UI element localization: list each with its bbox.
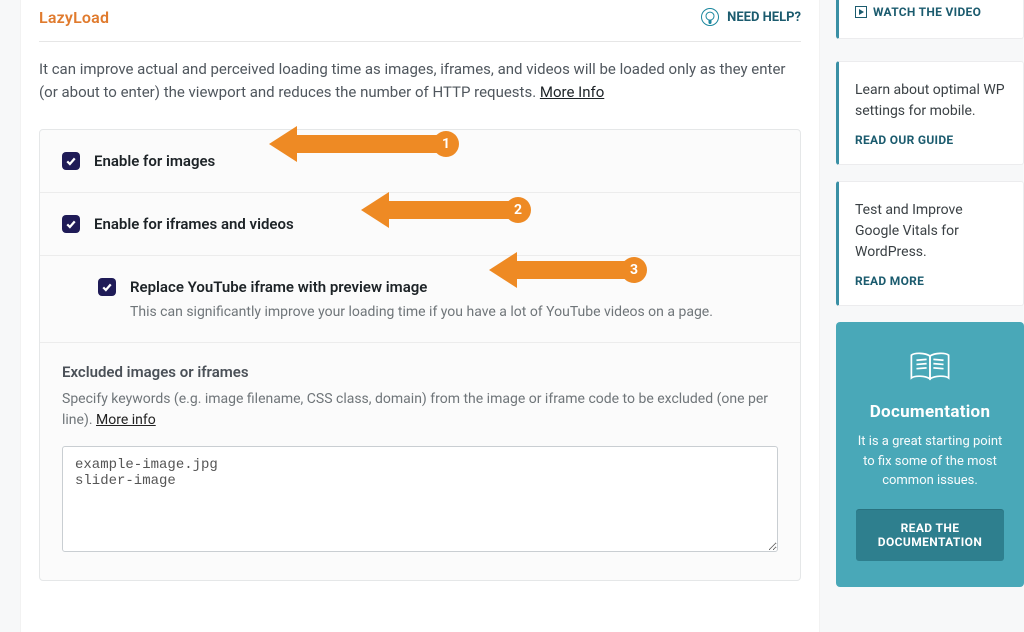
check-icon	[101, 281, 113, 293]
checkbox-replace-youtube[interactable]	[98, 278, 116, 296]
checkbox-enable-iframes[interactable]	[62, 215, 80, 233]
setting-enable-images: Enable for images	[40, 130, 800, 192]
label-enable-iframes[interactable]: Enable for iframes and videos	[94, 215, 294, 233]
label-replace-youtube[interactable]: Replace YouTube iframe with preview imag…	[130, 278, 427, 296]
doc-text: It is a great starting point to fix some…	[856, 432, 1004, 491]
excluded-textarea[interactable]	[62, 446, 778, 552]
excluded-block: Excluded images or iframes Specify keywo…	[40, 342, 800, 580]
sidebar-guide-text: Learn about optimal WP settings for mobi…	[855, 80, 1007, 122]
excluded-desc: Specify keywords (e.g. image filename, C…	[62, 389, 778, 432]
more-info-link[interactable]: More Info	[540, 83, 604, 101]
section-title: LazyLoad	[39, 8, 109, 27]
read-documentation-button[interactable]: READ THE DOCUMENTATION	[856, 509, 1004, 561]
desc-replace-youtube: This can significantly improve your load…	[130, 304, 713, 320]
sidebar-card-video: WATCH THE VIDEO	[836, 0, 1024, 39]
play-icon	[855, 6, 867, 18]
need-help-link[interactable]: NEED HELP?	[701, 8, 801, 26]
doc-title: Documentation	[856, 402, 1004, 422]
sidebar-card-guide: Learn about optimal WP settings for mobi…	[836, 61, 1024, 165]
book-icon	[908, 350, 952, 384]
label-enable-images[interactable]: Enable for images	[94, 152, 215, 170]
section-intro: It can improve actual and perceived load…	[39, 42, 801, 129]
checkbox-enable-images[interactable]	[62, 152, 80, 170]
sidebar-doc-card: Documentation It is a great starting poi…	[836, 322, 1024, 587]
read-guide-link[interactable]: READ OUR GUIDE	[855, 133, 953, 147]
setting-replace-youtube: Replace YouTube iframe with preview imag…	[40, 255, 800, 342]
section-header: LazyLoad NEED HELP?	[39, 0, 801, 42]
need-help-label: NEED HELP?	[727, 10, 801, 25]
check-icon	[65, 155, 77, 167]
sidebar-card-vitals: Test and Improve Google Vitals for WordP…	[836, 181, 1024, 306]
excluded-title: Excluded images or iframes	[62, 363, 778, 381]
sidebar-vitals-text: Test and Improve Google Vitals for WordP…	[855, 200, 1007, 263]
settings-box: Enable for images Enable for iframes and…	[39, 129, 801, 581]
setting-enable-iframes: Enable for iframes and videos	[40, 192, 800, 255]
excluded-more-info-link[interactable]: More info	[96, 412, 156, 428]
watch-video-link[interactable]: WATCH THE VIDEO	[855, 5, 981, 19]
check-icon	[65, 218, 77, 230]
read-more-link[interactable]: READ MORE	[855, 274, 924, 288]
help-icon	[701, 8, 719, 26]
sidebar: WATCH THE VIDEO Learn about optimal WP s…	[836, 0, 1024, 632]
main-content: LazyLoad NEED HELP? It can improve actua…	[20, 0, 820, 632]
